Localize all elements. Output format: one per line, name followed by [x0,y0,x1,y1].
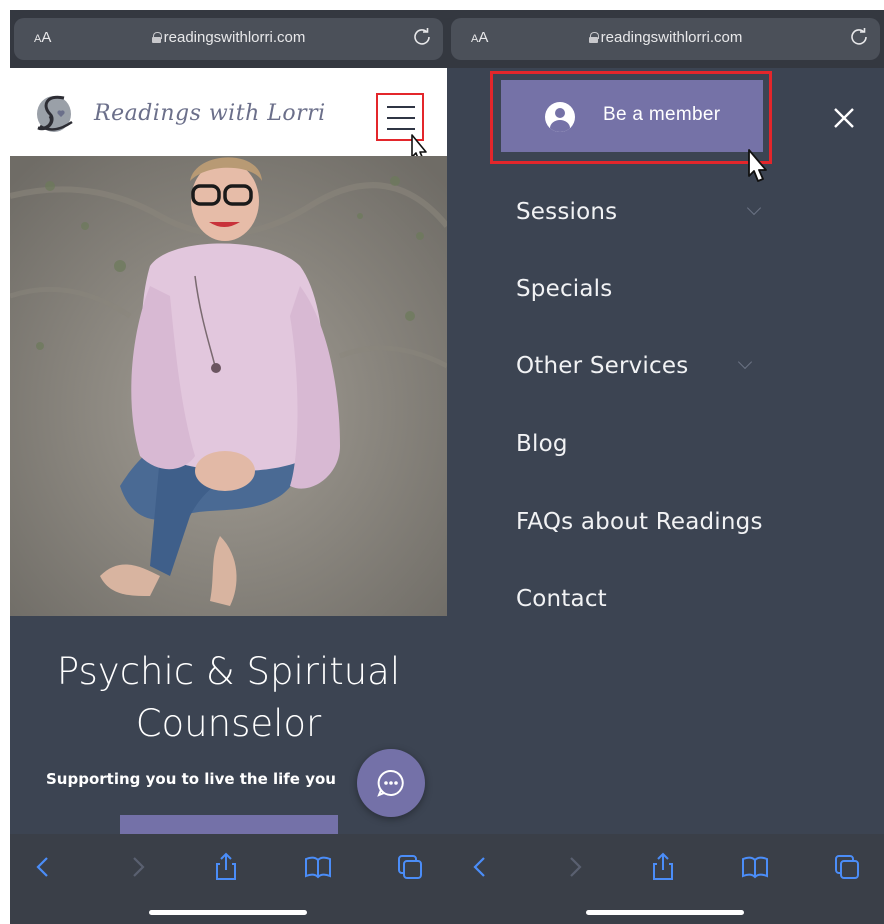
lock-icon [151,32,162,43]
reload-icon[interactable] [850,28,868,46]
home-indicator [586,910,744,915]
chat-button[interactable] [357,749,425,817]
close-icon[interactable] [829,103,859,133]
bookmarks-icon[interactable] [303,852,333,882]
tabs-icon[interactable] [832,852,862,882]
chat-icon [377,769,404,797]
headline-line-1: Psychic & Spiritual [56,650,401,693]
member-label: Be a member [603,104,721,125]
share-icon[interactable] [211,852,241,882]
logo-text[interactable]: Readings with Lorri [94,101,326,126]
back-icon[interactable] [465,852,495,882]
lock-icon [588,32,599,43]
menu-item-faqs[interactable]: FAQs about Readings [516,509,763,535]
subheadline: Supporting you to live the life you [46,770,336,788]
page-headline: Psychic & Spiritual Counselor [10,646,447,750]
forward-icon[interactable] [560,852,590,882]
headline-line-2: Counselor [135,702,322,745]
be-a-member-button[interactable]: Be a member [501,80,763,152]
address-field[interactable]: AA readingswithlorri.com [451,18,880,60]
menu-item-specials[interactable]: Specials [516,276,612,302]
hamburger-menu-icon [387,106,415,108]
user-avatar-icon [545,102,575,132]
right-screenshot: AA readingswithlorri.com Be a member Ses… [447,10,884,924]
menu-item-label: Contact [516,586,607,612]
browser-toolbar [447,834,884,924]
address-bar: AA readingswithlorri.com [447,10,884,68]
menu-item-contact[interactable]: Contact [516,586,607,612]
home-indicator [149,910,307,915]
mouse-pointer-icon [748,149,767,182]
url-text: readingswithlorri.com [600,29,743,46]
tabs-icon[interactable] [395,852,425,882]
address-field[interactable]: AAAA readingswithlorri.com [14,18,443,60]
logo-icon[interactable] [34,92,78,136]
chevron-down-icon[interactable] [737,354,752,370]
bookmarks-icon[interactable] [740,852,770,882]
menu-item-sessions[interactable]: Sessions [516,199,761,225]
url-display[interactable]: readingswithlorri.com [14,29,443,46]
menu-item-label: Sessions [516,199,618,225]
menu-item-label: Specials [516,276,613,302]
site-header: Readings with Lorri [10,68,447,162]
chevron-down-icon[interactable] [746,200,761,216]
menu-item-label: FAQs about Readings [516,509,763,535]
share-icon[interactable] [648,852,678,882]
menu-item-label: Other Services [516,353,689,379]
left-screenshot: AAAA readingswithlorri.com Readings with… [10,10,447,924]
browser-toolbar [10,834,447,924]
url-display[interactable]: readingswithlorri.com [451,29,880,46]
address-bar: AAAA readingswithlorri.com [10,10,447,68]
hero-photo [10,156,447,616]
url-text: readingswithlorri.com [163,29,306,46]
menu-item-blog[interactable]: Blog [516,431,568,457]
menu-item-label: Blog [516,431,568,457]
reload-icon[interactable] [413,28,431,46]
back-icon[interactable] [28,852,58,882]
forward-icon[interactable] [123,852,153,882]
menu-item-other-services[interactable]: Other Services [516,353,752,379]
